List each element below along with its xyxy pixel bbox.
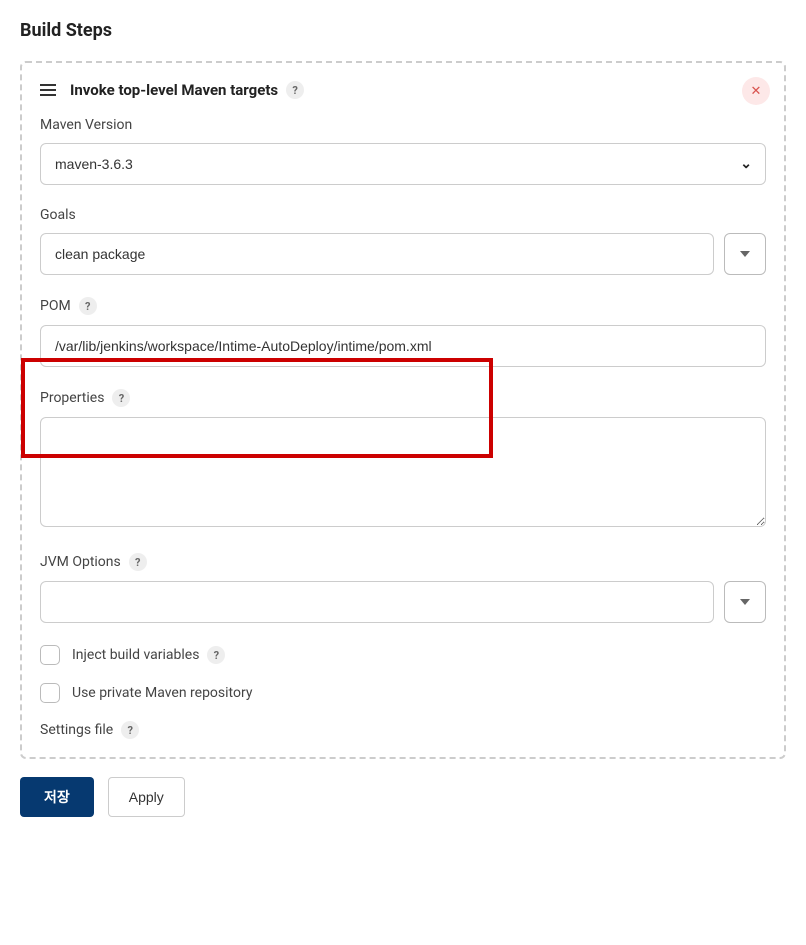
triangle-down-icon xyxy=(740,251,750,257)
goals-label: Goals xyxy=(40,207,766,223)
goals-field: Goals xyxy=(40,207,766,275)
triangle-down-icon xyxy=(740,599,750,605)
jvm-options-advanced-button[interactable] xyxy=(724,581,766,623)
build-step-card: Invoke top-level Maven targets ? ✕ Maven… xyxy=(20,61,786,759)
pom-field: POM ? xyxy=(40,297,766,367)
settings-file-label: Settings file xyxy=(40,722,113,738)
help-icon[interactable]: ? xyxy=(79,297,97,315)
goals-advanced-button[interactable] xyxy=(724,233,766,275)
step-header: Invoke top-level Maven targets ? xyxy=(40,81,766,99)
drag-handle-icon[interactable] xyxy=(40,84,56,96)
pom-input[interactable] xyxy=(40,325,766,367)
pom-label: POM xyxy=(40,298,71,314)
maven-version-select[interactable] xyxy=(40,143,766,185)
help-icon[interactable]: ? xyxy=(286,81,304,99)
apply-button[interactable]: Apply xyxy=(108,777,185,817)
help-icon[interactable]: ? xyxy=(121,721,139,739)
section-title: Build Steps xyxy=(20,20,786,41)
goals-input[interactable] xyxy=(40,233,714,275)
private-repo-label: Use private Maven repository xyxy=(72,685,252,701)
jvm-options-field: JVM Options ? xyxy=(40,553,766,623)
save-button[interactable]: 저장 xyxy=(20,777,94,817)
help-icon[interactable]: ? xyxy=(129,553,147,571)
help-icon[interactable]: ? xyxy=(207,646,225,664)
inject-build-vars-row: Inject build variables ? xyxy=(40,645,766,665)
settings-file-field: Settings file ? xyxy=(40,721,766,739)
properties-field: Properties ? xyxy=(40,389,766,531)
help-icon[interactable]: ? xyxy=(112,389,130,407)
inject-build-vars-checkbox[interactable] xyxy=(40,645,60,665)
bottom-action-bar: 저장 Apply xyxy=(20,759,786,817)
maven-version-label: Maven Version xyxy=(40,117,766,133)
inject-build-vars-label: Inject build variables xyxy=(72,647,199,663)
jvm-options-label: JVM Options xyxy=(40,554,121,570)
remove-step-button[interactable]: ✕ xyxy=(742,77,770,105)
jvm-options-input[interactable] xyxy=(40,581,714,623)
maven-version-field: Maven Version ⌄ xyxy=(40,117,766,185)
private-repo-checkbox[interactable] xyxy=(40,683,60,703)
close-icon: ✕ xyxy=(751,83,762,99)
properties-label: Properties xyxy=(40,390,104,406)
private-repo-row: Use private Maven repository xyxy=(40,683,766,703)
step-title: Invoke top-level Maven targets xyxy=(70,81,278,99)
properties-textarea[interactable] xyxy=(40,417,766,527)
